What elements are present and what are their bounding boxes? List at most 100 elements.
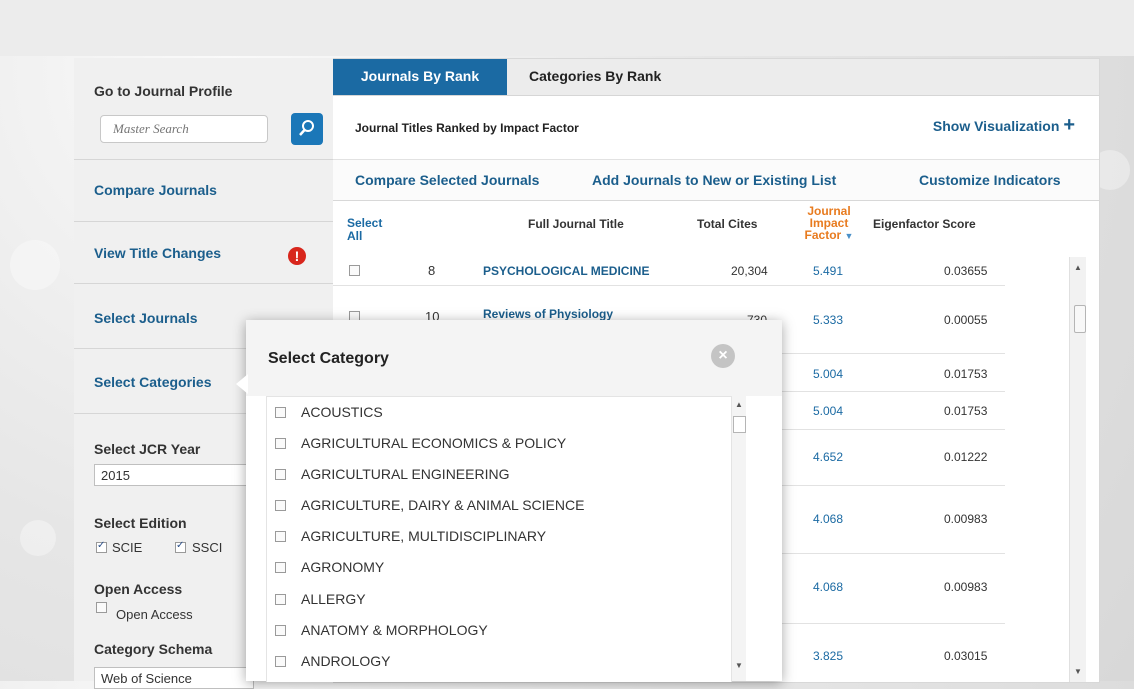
jif-cell: 5.004 xyxy=(813,404,844,418)
category-schema-value: Web of Science xyxy=(101,671,192,686)
scroll-down-icon[interactable]: ▼ xyxy=(1074,667,1082,676)
scroll-up-icon[interactable]: ▲ xyxy=(735,400,743,409)
scie-label: SCIE xyxy=(112,540,143,555)
category-checkbox[interactable] xyxy=(275,625,286,636)
journal-title-link[interactable]: Reviews of Physiology xyxy=(483,307,613,321)
view-title-changes-link[interactable]: View Title Changes xyxy=(94,245,221,261)
compare-journals-link[interactable]: Compare Journals xyxy=(94,182,217,198)
jif-header-line3: Factor ▼ xyxy=(799,229,859,242)
category-label: ANDROLOGY xyxy=(301,653,391,669)
go-to-profile-heading: Go to Journal Profile xyxy=(94,83,233,99)
eigenfactor-cell: 0.01222 xyxy=(944,450,988,464)
category-checkbox[interactable] xyxy=(275,594,286,605)
eigenfactor-cell: 0.03015 xyxy=(944,649,988,663)
open-access-heading: Open Access xyxy=(94,581,183,597)
category-checkbox[interactable] xyxy=(275,407,286,418)
category-checkbox[interactable] xyxy=(275,562,286,573)
table-row: 8 PSYCHOLOGICAL MEDICINE 20,304 5.491 0.… xyxy=(333,257,1005,286)
category-schema-heading: Category Schema xyxy=(94,641,213,657)
sort-desc-icon: ▼ xyxy=(844,231,854,241)
edition-label: Select Edition xyxy=(94,515,187,531)
total-cites-header[interactable]: Total Cites xyxy=(697,217,757,231)
jcr-year-value: 2015 xyxy=(101,468,130,483)
category-label: AGRICULTURE, MULTIDISCIPLINARY xyxy=(301,528,547,544)
category-list-scrollbar-thumb[interactable] xyxy=(733,416,746,433)
open-access-checkbox[interactable] xyxy=(96,602,107,613)
category-checkbox[interactable] xyxy=(275,531,286,542)
category-list: ACOUSTICS AGRICULTURAL ECONOMICS & POLIC… xyxy=(266,396,732,682)
category-label: ALLERGY xyxy=(301,591,366,607)
jif-cell: 3.825 xyxy=(813,649,844,663)
jcr-year-select[interactable]: 2015 xyxy=(94,464,254,486)
compare-selected-journals-link[interactable]: Compare Selected Journals xyxy=(355,172,539,188)
compare-journals-item[interactable]: Compare Journals xyxy=(74,159,333,222)
row-checkbox[interactable] xyxy=(349,265,360,276)
tab-categories-by-rank[interactable]: Categories By Rank xyxy=(529,59,661,95)
jif-cell: 4.652 xyxy=(813,450,844,464)
category-label: AGRICULTURE, DAIRY & ANIMAL SCIENCE xyxy=(301,497,585,513)
eigenfactor-cell: 0.01753 xyxy=(944,404,988,418)
category-checkbox[interactable] xyxy=(275,469,286,480)
table-scrollbar-thumb[interactable] xyxy=(1074,305,1086,333)
category-label: AGRICULTURAL ENGINEERING xyxy=(301,466,510,482)
search-button[interactable] xyxy=(291,113,323,145)
jif-header[interactable]: Journal Impact Factor ▼ xyxy=(799,205,859,242)
master-search-input[interactable] xyxy=(100,115,268,143)
background-bubble xyxy=(10,240,60,290)
show-visualization-button[interactable]: Show Visualization + xyxy=(932,115,1075,135)
modal-title: Select Category xyxy=(268,350,389,367)
select-header: Select xyxy=(347,216,383,230)
category-label: ANATOMY & MORPHOLOGY xyxy=(301,622,488,638)
tab-journals-by-rank[interactable]: Journals By Rank xyxy=(333,59,507,95)
jif-cell: 4.068 xyxy=(813,512,844,526)
eigenfactor-header[interactable]: Eigenfactor Score xyxy=(873,217,976,231)
background-bubble xyxy=(20,520,56,556)
scroll-up-icon[interactable]: ▲ xyxy=(1074,263,1082,272)
ssci-label: SSCI xyxy=(192,540,223,555)
ssci-checkbox[interactable] xyxy=(175,540,186,553)
add-journals-to-list-link[interactable]: Add Journals to New or Existing List xyxy=(592,172,836,188)
eigenfactor-cell: 0.03655 xyxy=(944,264,988,278)
open-access-option-label: Open Access xyxy=(116,607,193,622)
action-bar: Compare Selected Journals Add Journals t… xyxy=(333,159,1099,201)
jif-cell: 4.068 xyxy=(813,580,844,594)
category-checkbox[interactable] xyxy=(275,656,286,667)
alert-icon: ! xyxy=(288,247,306,265)
category-schema-select[interactable]: Web of Science xyxy=(94,667,254,689)
page-top-strip xyxy=(0,0,1134,56)
modal-header: Select Category × xyxy=(246,320,782,396)
rank-cell: 8 xyxy=(428,263,436,278)
scroll-down-icon[interactable]: ▼ xyxy=(735,661,743,670)
category-label: ACOUSTICS xyxy=(301,404,383,420)
plus-icon: + xyxy=(1063,114,1075,136)
customize-indicators-link[interactable]: Customize Indicators xyxy=(919,172,1061,188)
eigenfactor-cell: 0.00983 xyxy=(944,580,988,594)
modal-pointer-caret xyxy=(236,374,248,394)
select-category-modal: Select Category × ACOUSTICS AGRICULTURAL… xyxy=(246,320,782,682)
scie-checkbox[interactable] xyxy=(96,540,107,553)
show-visualization-label: Show Visualization xyxy=(932,118,1060,134)
full-journal-title-header[interactable]: Full Journal Title xyxy=(528,217,624,231)
profile-section: Go to Journal Profile xyxy=(74,58,333,160)
category-list-scrollbar[interactable]: ▲ ▼ xyxy=(732,396,746,681)
eigenfactor-cell: 0.00983 xyxy=(944,512,988,526)
category-label: AGRICULTURAL ECONOMICS & POLICY xyxy=(301,435,567,451)
tab-bar: Journals By Rank Categories By Rank xyxy=(333,59,1099,96)
total-cites-cell: 20,304 xyxy=(731,264,768,278)
select-categories-link[interactable]: Select Categories xyxy=(94,374,212,390)
eigenfactor-cell: 0.01753 xyxy=(944,367,988,381)
category-checkbox[interactable] xyxy=(275,438,286,449)
select-journals-link[interactable]: Select Journals xyxy=(94,310,198,326)
jif-cell: 5.491 xyxy=(813,264,844,278)
jcr-year-label: Select JCR Year xyxy=(94,441,201,457)
search-icon xyxy=(299,120,314,136)
select-all-link[interactable]: All xyxy=(347,229,362,243)
jif-cell: 5.333 xyxy=(813,313,844,327)
close-icon[interactable]: × xyxy=(711,344,735,368)
jif-cell: 5.004 xyxy=(813,367,844,381)
journal-title-link[interactable]: PSYCHOLOGICAL MEDICINE xyxy=(483,264,649,278)
category-checkbox[interactable] xyxy=(275,500,286,511)
category-label: AGRONOMY xyxy=(301,559,385,575)
eigenfactor-cell: 0.00055 xyxy=(944,313,988,327)
jif-header-line3-text: Factor xyxy=(804,228,842,242)
